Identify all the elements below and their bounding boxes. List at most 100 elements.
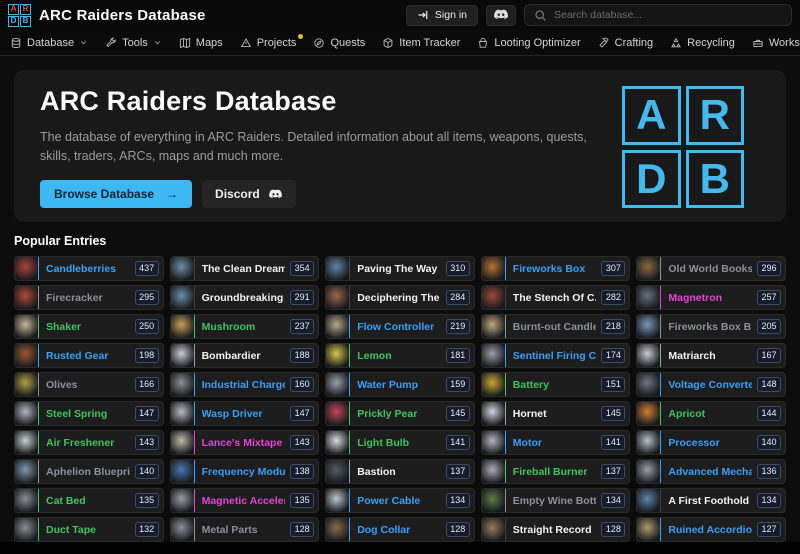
light-bulb-icon <box>325 430 350 455</box>
fireball-burner-icon <box>481 459 506 484</box>
list-item-flow-controller[interactable]: Flow Controller219 <box>325 314 475 339</box>
nav-item-workshop[interactable]: Workshop <box>752 37 800 49</box>
list-item-sentinel-firing-c[interactable]: Sentinel Firing C...174 <box>481 343 631 368</box>
logo-letter: R <box>686 86 745 145</box>
item-count-badge: 205 <box>757 319 781 334</box>
item-name: Candleberries <box>46 263 130 275</box>
aphelion-blueprint-icon <box>14 459 39 484</box>
list-item-the-stench-of-c[interactable]: The Stench Of C...282 <box>481 285 631 310</box>
item-name: Steel Spring <box>46 408 130 420</box>
nav-item-maps[interactable]: Maps <box>179 37 223 49</box>
list-item-hornet[interactable]: Hornet145 <box>481 401 631 426</box>
list-item-bastion[interactable]: Bastion137 <box>325 459 475 484</box>
list-item-processor[interactable]: Processor140 <box>636 430 786 455</box>
nav-item-projects[interactable]: Projects <box>240 37 297 49</box>
paving-the-way-icon <box>325 256 350 281</box>
list-item-matriarch[interactable]: Matriarch167 <box>636 343 786 368</box>
search-box[interactable] <box>524 4 792 26</box>
nav-item-label: Maps <box>196 37 223 49</box>
item-name: Magnetron <box>668 292 752 304</box>
browse-database-label: Browse Database <box>54 187 154 201</box>
nav-item-quests[interactable]: Quests <box>313 37 365 49</box>
list-item-steel-spring[interactable]: Steel Spring147 <box>14 401 164 426</box>
list-item-frequency-modu[interactable]: Frequency Modu...138 <box>170 459 320 484</box>
item-count-badge: 144 <box>757 406 781 421</box>
discord-icon <box>493 9 509 21</box>
list-item-industrial-charger[interactable]: Industrial Charger160 <box>170 372 320 397</box>
list-item-straight-record[interactable]: Straight Record128 <box>481 517 631 542</box>
processor-icon <box>636 430 661 455</box>
list-item-wasp-driver[interactable]: Wasp Driver147 <box>170 401 320 426</box>
list-item-empty-wine-bottle[interactable]: Empty Wine Bottle134 <box>481 488 631 513</box>
nav-item-tools[interactable]: Tools <box>105 37 162 49</box>
list-item-rusted-gear[interactable]: Rusted Gear198 <box>14 343 164 368</box>
browse-database-button[interactable]: Browse Database → <box>40 180 192 208</box>
list-item-lemon[interactable]: Lemon181 <box>325 343 475 368</box>
list-item-groundbreaking[interactable]: Groundbreaking291 <box>170 285 320 310</box>
list-item-mushroom[interactable]: Mushroom237 <box>170 314 320 339</box>
list-item-paving-the-way[interactable]: Paving The Way310 <box>325 256 475 281</box>
nav-item-label: Projects <box>257 37 297 49</box>
list-item-candleberries[interactable]: Candleberries437 <box>14 256 164 281</box>
list-item-battery[interactable]: Battery151 <box>481 372 631 397</box>
list-item-firecracker[interactable]: Firecracker295 <box>14 285 164 310</box>
nav-item-label: Looting Optimizer <box>494 37 580 49</box>
list-item-advanced-mecha[interactable]: Advanced Mecha...136 <box>636 459 786 484</box>
list-item-motor[interactable]: Motor141 <box>481 430 631 455</box>
a-first-foothold-icon <box>636 488 661 513</box>
list-item-cat-bed[interactable]: Cat Bed135 <box>14 488 164 513</box>
search-input[interactable] <box>554 9 782 21</box>
sign-in-button[interactable]: Sign in <box>406 5 478 26</box>
item-name: Motor <box>513 437 597 449</box>
list-item-duct-tape[interactable]: Duct Tape132 <box>14 517 164 542</box>
nav-item-looting-optimizer[interactable]: Looting Optimizer <box>477 37 580 49</box>
list-item-bombardier[interactable]: Bombardier188 <box>170 343 320 368</box>
list-item-voltage-converter[interactable]: Voltage Converter148 <box>636 372 786 397</box>
item-name: Fireball Burner <box>513 466 597 478</box>
item-name: Flow Controller <box>357 321 441 333</box>
search-icon <box>534 9 547 22</box>
main-nav: Database Tools Maps Projects Quests Item Trac… <box>0 30 800 56</box>
list-item-old-world-books[interactable]: Old World Books296 <box>636 256 786 281</box>
list-item-apricot[interactable]: Apricot144 <box>636 401 786 426</box>
nav-item-recycling[interactable]: Recycling <box>670 37 735 49</box>
list-item-olives[interactable]: Olives166 <box>14 372 164 397</box>
nav-item-crafting[interactable]: Crafting <box>598 37 654 49</box>
list-item-deciphering-the[interactable]: Deciphering The ...284 <box>325 285 475 310</box>
list-item-water-pump[interactable]: Water Pump159 <box>325 372 475 397</box>
list-item-fireworks-box-bl[interactable]: Fireworks Box Bl...205 <box>636 314 786 339</box>
list-item-burnt-out-candles[interactable]: Burnt-out Candles218 <box>481 314 631 339</box>
discord-icon-button[interactable] <box>486 5 516 26</box>
logo-letter: D <box>8 16 19 27</box>
chevron-down-icon <box>79 38 88 47</box>
groundbreaking-icon <box>170 285 195 310</box>
list-item-air-freshener[interactable]: Air Freshener143 <box>14 430 164 455</box>
list-item-prickly-pear[interactable]: Prickly Pear145 <box>325 401 475 426</box>
list-item-fireworks-box[interactable]: Fireworks Box307 <box>481 256 631 281</box>
item-name: Lance's Mixtape ... <box>202 437 286 449</box>
discord-button[interactable]: Discord <box>202 180 296 208</box>
list-item-shaker[interactable]: Shaker250 <box>14 314 164 339</box>
list-item-dog-collar[interactable]: Dog Collar128 <box>325 517 475 542</box>
list-item-light-bulb[interactable]: Light Bulb141 <box>325 430 475 455</box>
nav-item-item-tracker[interactable]: Item Tracker <box>382 37 460 49</box>
list-item-metal-parts[interactable]: Metal Parts128 <box>170 517 320 542</box>
list-item-power-cable[interactable]: Power Cable134 <box>325 488 475 513</box>
list-item-magnetron[interactable]: Magnetron257 <box>636 285 786 310</box>
list-item-magnetic-acceler[interactable]: Magnetic Acceler...135 <box>170 488 320 513</box>
battery-icon <box>481 372 506 397</box>
lances-mixtape-icon <box>170 430 195 455</box>
item-count-badge: 134 <box>757 493 781 508</box>
nav-item-database[interactable]: Database <box>10 37 88 49</box>
list-item-the-clean-dream[interactable]: The Clean Dream354 <box>170 256 320 281</box>
list-item-fireball-burner[interactable]: Fireball Burner137 <box>481 459 631 484</box>
logo-letter: B <box>20 16 31 27</box>
list-item-lance-s-mixtape[interactable]: Lance's Mixtape ...143 <box>170 430 320 455</box>
site-logo[interactable]: ARDB <box>8 4 31 27</box>
voltage-converter-icon <box>636 372 661 397</box>
list-item-a-first-foothold[interactable]: A First Foothold134 <box>636 488 786 513</box>
list-item-aphelion-blueprint[interactable]: Aphelion Blueprint140 <box>14 459 164 484</box>
rusted-gear-icon <box>14 343 39 368</box>
item-name: Air Freshener <box>46 437 130 449</box>
list-item-ruined-accordion[interactable]: Ruined Accordion127 <box>636 517 786 542</box>
